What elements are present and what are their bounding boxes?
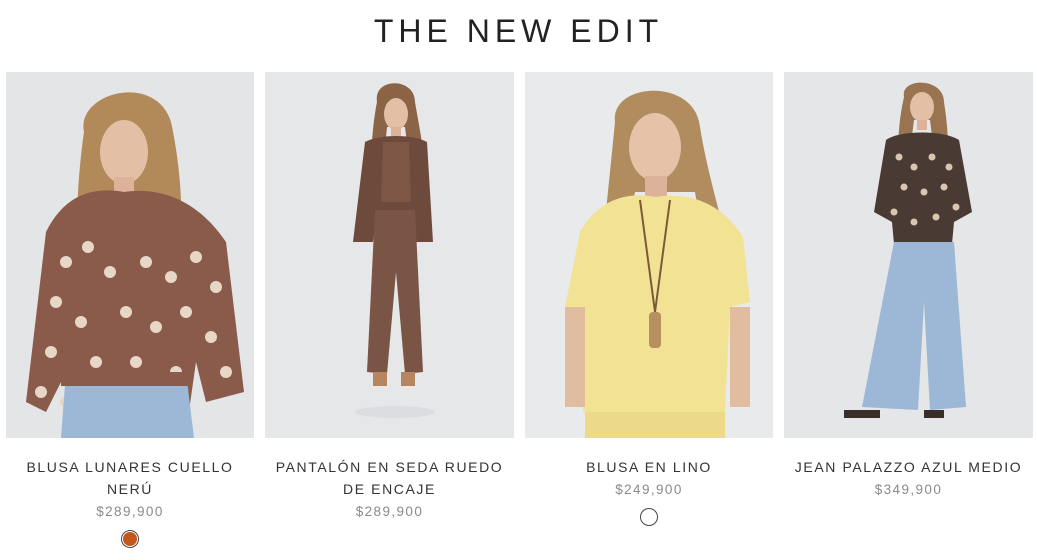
- swatch-color-dot: [123, 532, 137, 546]
- product-price: $249,900: [615, 482, 683, 497]
- product-price: $289,900: [96, 504, 164, 519]
- product-name[interactable]: BLUSA LUNARES CUELLO NERÚ: [6, 456, 254, 500]
- product-price: $349,900: [874, 482, 943, 497]
- product-name[interactable]: JEAN PALAZZO AZUL MEDIO: [787, 456, 1030, 478]
- model-linen-blouse-image: [525, 72, 773, 438]
- product-card[interactable]: PANTALÓN EN SEDA RUEDO DE ENCAJE $289,90…: [265, 72, 514, 548]
- product-grid: BLUSA LUNARES CUELLO NERÚ $289,900 PANTA…: [6, 72, 1033, 548]
- color-swatch[interactable]: [640, 508, 658, 526]
- product-image[interactable]: [784, 72, 1033, 438]
- model-palazzo-jeans-image: [784, 72, 1033, 438]
- product-image[interactable]: [525, 72, 773, 438]
- model-polka-dot-blouse-image: [6, 72, 254, 438]
- product-price: $289,900: [355, 504, 424, 519]
- swatch-color-dot: [642, 510, 656, 524]
- product-image[interactable]: [6, 72, 254, 438]
- model-silk-pants-image: [265, 72, 514, 438]
- product-name[interactable]: PANTALÓN EN SEDA RUEDO DE ENCAJE: [265, 456, 514, 500]
- product-card[interactable]: BLUSA EN LINO $249,900: [525, 72, 773, 548]
- color-swatch[interactable]: [121, 530, 139, 548]
- product-name[interactable]: BLUSA EN LINO: [578, 456, 720, 478]
- product-image[interactable]: [265, 72, 514, 438]
- section-title: THE NEW EDIT: [373, 13, 664, 49]
- product-card[interactable]: BLUSA LUNARES CUELLO NERÚ $289,900: [6, 72, 254, 548]
- product-card[interactable]: JEAN PALAZZO AZUL MEDIO $349,900: [784, 72, 1033, 548]
